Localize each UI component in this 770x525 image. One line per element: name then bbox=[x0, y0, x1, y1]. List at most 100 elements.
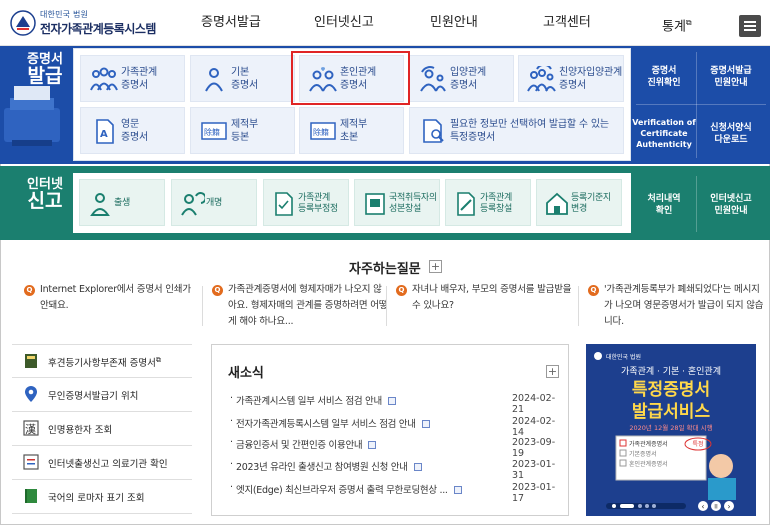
card-family-relation-cert[interactable]: 가족관계 증명서 bbox=[80, 55, 185, 102]
new-post-icon bbox=[453, 486, 462, 494]
quick-link-kiosk-location[interactable]: 무인증명서발급기 위치 bbox=[12, 378, 192, 412]
faq-q-icon: Q bbox=[588, 285, 599, 296]
baby-icon bbox=[90, 193, 110, 216]
quick-link-guardianship-cert[interactable]: 후견등기사항부존재 증명서⧉ bbox=[12, 344, 192, 378]
news-more-plus-icon[interactable]: + bbox=[546, 365, 559, 378]
faq-more-plus-icon[interactable]: + bbox=[429, 260, 442, 273]
new-post-icon bbox=[387, 397, 396, 405]
news-item[interactable]: · 전자가족관계등록시스템 일부 서비스 점검 안내 2024-02-14 bbox=[230, 416, 560, 438]
faq-q-icon: Q bbox=[24, 285, 35, 296]
nav-civil-guide[interactable]: 민원안내 bbox=[430, 0, 478, 46]
link-report-guide[interactable]: 인터넷신고 민원안내 bbox=[700, 193, 762, 217]
site-logo[interactable]: 대한민국 법원 전자가족관계등록시스템 bbox=[10, 8, 180, 38]
report-section-title: 인터넷 신고 bbox=[27, 177, 63, 212]
faq-divider bbox=[578, 286, 579, 326]
nav-statistics-label: 통계 bbox=[662, 19, 686, 35]
faq-q-icon: Q bbox=[396, 285, 407, 296]
card-removal-register-abstract[interactable]: 除籍 제적부 초본 bbox=[299, 107, 404, 154]
hospital-list-icon bbox=[23, 454, 39, 470]
news-title: 새소식 bbox=[228, 366, 264, 381]
card-basic-cert[interactable]: 기본 증명서 bbox=[190, 55, 295, 102]
card-base-address-change[interactable]: 등록기준지 변경 bbox=[536, 179, 622, 226]
banner-org: 대한민국 법원 bbox=[606, 353, 641, 361]
book-icon bbox=[25, 354, 37, 368]
adoption-family-icon bbox=[527, 66, 556, 92]
house-icon bbox=[546, 192, 568, 215]
banner-form-item-3: 혼인관계증명서 bbox=[629, 460, 668, 468]
banner-title2: 발급서비스 bbox=[632, 402, 711, 422]
card-nationality-surname[interactable]: 국적취득자의 성본창설 bbox=[354, 179, 440, 226]
news-item[interactable]: · 금융인증서 및 간편인증 이용안내 2023-09-19 bbox=[230, 437, 560, 459]
card-full-adoption-cert[interactable]: 친양자입양관계 증명서 bbox=[518, 55, 624, 102]
news-item[interactable]: · 가족관계시스템 일부 서비스 점검 안내 2024-02-21 bbox=[230, 393, 560, 415]
banner-next-icon: › bbox=[727, 502, 730, 511]
card-adoption-cert[interactable]: 입양관계 증명서 bbox=[409, 55, 514, 102]
news-item[interactable]: · 2023년 유라인 출생신고 참여병원 신청 안내 2023-01-31 bbox=[230, 459, 560, 481]
promo-banner-art: 대한민국 법원 가족관계 · 기본 · 혼인관계 특정증명서 발급서비스 202… bbox=[586, 344, 756, 516]
new-post-icon bbox=[413, 463, 422, 471]
svg-text:除籍: 除籍 bbox=[313, 127, 329, 137]
report-side-divider bbox=[696, 176, 697, 232]
hamburger-menu-icon[interactable] bbox=[739, 15, 761, 37]
document-check-icon bbox=[275, 192, 293, 216]
nav-internet-report[interactable]: 인터넷신고 bbox=[314, 0, 374, 46]
link-cert-issue-guide[interactable]: 증명서발급 민원안내 bbox=[700, 65, 762, 89]
faq-divider bbox=[202, 286, 203, 326]
faq-item[interactable]: Q Internet Explorer에서 증명서 인쇄가 안돼요. bbox=[24, 282, 204, 332]
link-verification-en[interactable]: Verification of Certificate Authenticity bbox=[632, 117, 696, 150]
faq-divider bbox=[386, 286, 387, 326]
document-search-icon bbox=[423, 119, 444, 143]
logo-system-name: 전자가족관계등록시스템 bbox=[40, 22, 156, 36]
card-removal-register-copy[interactable]: 除籍 제적부 등본 bbox=[190, 107, 295, 154]
news-box: 새소식 + · 가족관계시스템 일부 서비스 점검 안내 2024-02-21 ·… bbox=[211, 344, 569, 516]
card-register-creation[interactable]: 가족관계 등록창설 bbox=[445, 179, 531, 226]
external-link-icon: ⧉ bbox=[155, 355, 161, 364]
faq-item[interactable]: Q 자녀나 배우자, 부모의 증명서를 발급받을 수 있나요? bbox=[396, 282, 576, 332]
faq-item[interactable]: Q 가족관계증명서에 형제자매가 나오지 않아요. 형제자매의 관계를 증명하려… bbox=[212, 282, 392, 332]
nav-certificate-issue[interactable]: 증명서발급 bbox=[201, 0, 261, 46]
card-english-cert[interactable]: A 영문 증명서 bbox=[80, 107, 185, 154]
logo-org-name: 대한민국 법원 bbox=[40, 10, 89, 19]
marriage-cert-highlight-box bbox=[291, 51, 410, 105]
green-book-icon bbox=[25, 489, 37, 503]
nationality-document-icon bbox=[365, 193, 385, 215]
banner-form-tag: 특정 bbox=[692, 441, 703, 448]
banner-form-item-2: 기본증명서 bbox=[629, 450, 657, 458]
banner-date: 2020년 12월 28일 확대 시행 bbox=[629, 423, 712, 432]
link-process-history[interactable]: 처리내역 확인 bbox=[634, 193, 694, 217]
faq-title: 자주하는질문 bbox=[349, 262, 421, 277]
rename-person-icon bbox=[181, 192, 205, 216]
court-emblem-icon bbox=[10, 10, 36, 36]
banner-prev-icon: ‹ bbox=[701, 502, 704, 511]
nav-statistics[interactable]: 통계⧉ bbox=[662, 0, 692, 46]
quick-link-name-hanja[interactable]: 漢 인명용한자 조회 bbox=[12, 412, 192, 446]
link-cert-verify[interactable]: 증명서 진위확인 bbox=[634, 65, 694, 89]
svg-text:除籍: 除籍 bbox=[204, 127, 220, 137]
person-icon bbox=[205, 68, 223, 92]
external-link-icon: ⧉ bbox=[685, 18, 692, 27]
banner-subtitle: 가족관계 · 기본 · 혼인관계 bbox=[621, 365, 721, 377]
document-a-icon: A bbox=[96, 119, 114, 144]
quick-link-romanization[interactable]: 국어의 로마자 표기 조회 bbox=[12, 480, 192, 514]
nav-customer-center[interactable]: 고객센터 bbox=[543, 0, 591, 46]
promo-banner[interactable]: 대한민국 법원 가족관계 · 기본 · 혼인관계 특정증명서 발급서비스 202… bbox=[586, 344, 756, 516]
faq-item[interactable]: Q '가족관계등록부가 폐쇄되었다'는 메시지가 나오며 영문증명서가 발급이 … bbox=[588, 282, 768, 332]
issue-section-title: 증명서 발급 bbox=[27, 52, 63, 87]
news-item[interactable]: · 엣지(Edge) 최신브라우저 증명서 출력 무한로딩현상 ... 2023-… bbox=[230, 482, 560, 504]
card-rename-report[interactable]: 개명 bbox=[171, 179, 257, 226]
card-birth-report[interactable]: 출생 bbox=[79, 179, 165, 226]
new-post-icon bbox=[368, 441, 377, 449]
svg-text:A: A bbox=[100, 129, 108, 140]
banner-title1: 특정증명서 bbox=[632, 380, 710, 400]
new-post-icon bbox=[421, 420, 430, 428]
site-header: 대한민국 법원 전자가족관계등록시스템 증명서발급 인터넷신고 민원안내 고객센… bbox=[0, 0, 770, 46]
link-form-download[interactable]: 신청서양식 다운로드 bbox=[700, 122, 762, 146]
quick-link-birth-hospital[interactable]: 인터넷출생신고 의료기관 확인 bbox=[12, 446, 192, 480]
banner-form-item-1: 가족관계증명서 bbox=[629, 440, 668, 448]
svg-text:漢: 漢 bbox=[25, 423, 36, 436]
card-register-correction[interactable]: 가족관계 등록부정정 bbox=[263, 179, 349, 226]
family-icon bbox=[90, 67, 118, 91]
register-stamp-icon: 除籍 bbox=[201, 122, 227, 140]
card-specific-cert[interactable]: 필요한 정보만 선택하여 발급할 수 있는 특정증명서 bbox=[409, 107, 624, 154]
hanja-book-icon: 漢 bbox=[23, 420, 39, 436]
